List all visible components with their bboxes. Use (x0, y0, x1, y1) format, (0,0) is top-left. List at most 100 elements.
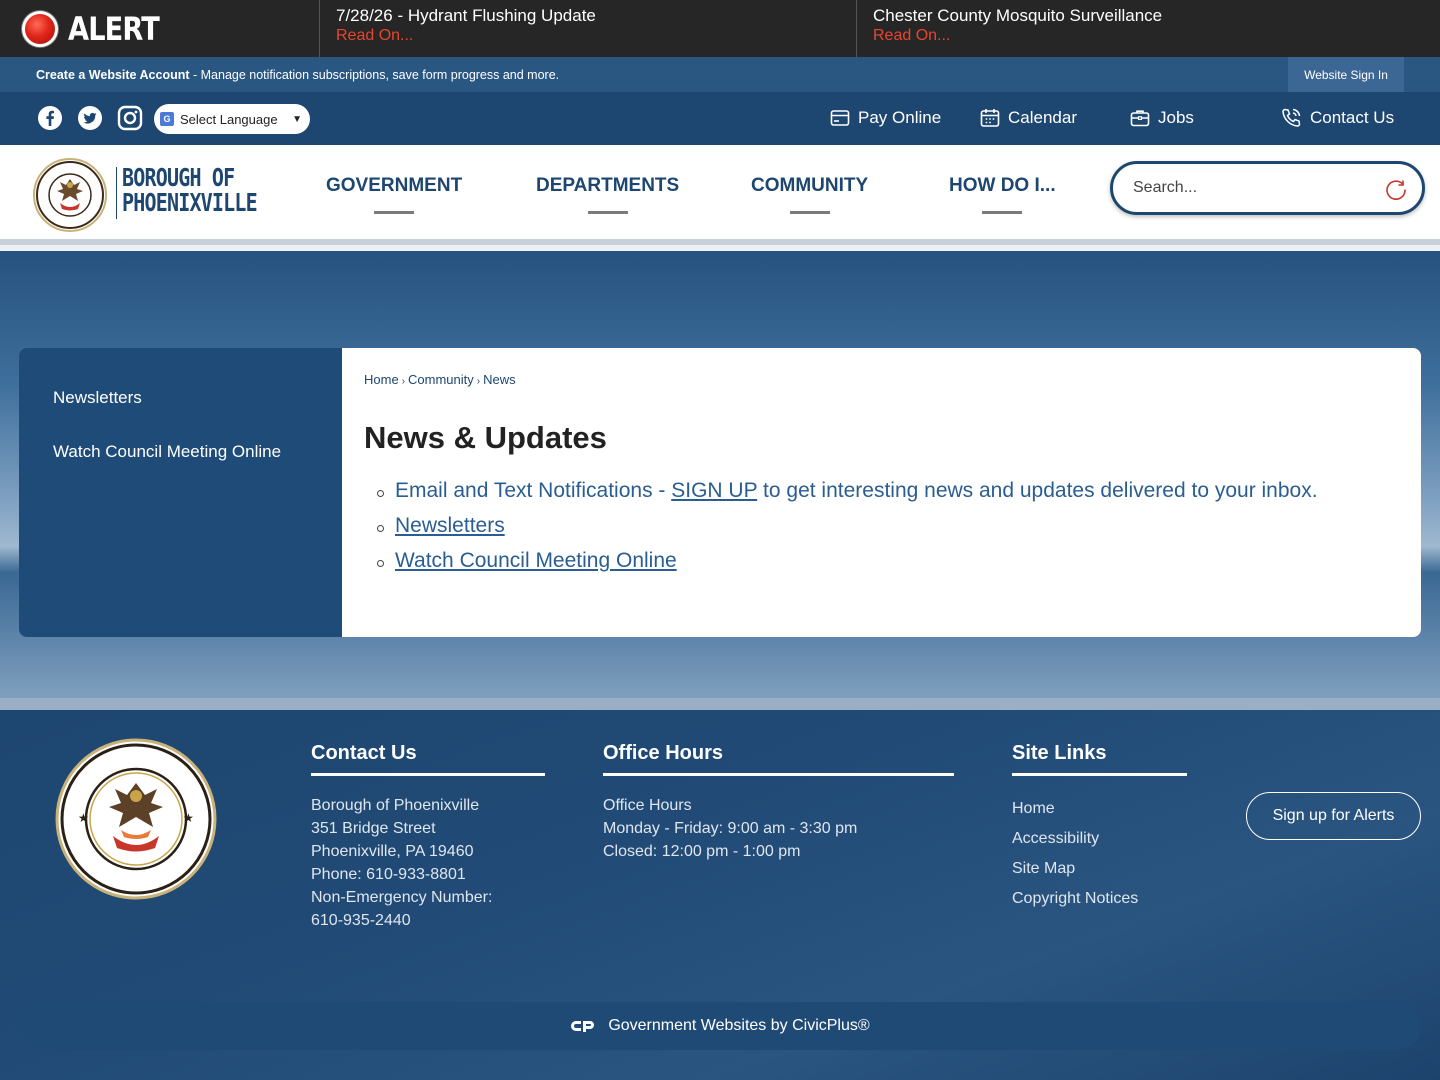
language-select[interactable]: G Select Language ▼ (154, 104, 310, 134)
search-box (1110, 161, 1425, 215)
list-item: Watch Council Meeting Online (364, 548, 1318, 583)
svg-text:★: ★ (78, 811, 89, 825)
footer-contact-line: 610-935-2440 (311, 912, 411, 929)
card-icon (830, 110, 850, 126)
footer-contact-line: Phoenixville, PA 19460 (311, 843, 474, 860)
contact-us-link[interactable]: Contact Us (1280, 104, 1394, 132)
borough-seal-logo[interactable] (32, 157, 108, 233)
footer-contact: Contact Us Borough of Phoenixville 351 B… (311, 742, 545, 932)
alert-read-more[interactable]: Read On... (873, 26, 1378, 46)
pay-online-link[interactable]: Pay Online (830, 104, 941, 132)
notifications-text: Email and Text Notifications - (395, 479, 672, 502)
breadcrumb: Home › Community › News (364, 372, 516, 387)
footer-hours-line: Office Hours (603, 797, 692, 814)
search-input[interactable] (1133, 179, 1373, 197)
sidebar: Newsletters Watch Council Meeting Online (19, 348, 342, 637)
calendar-link[interactable]: Calendar (980, 104, 1077, 132)
logo-line-2: PHOENIXVILLE (122, 188, 258, 217)
alert-icon (22, 10, 58, 47)
nav-community[interactable]: COMMUNITY (751, 175, 868, 214)
jobs-label: Jobs (1158, 108, 1194, 127)
footer-link-accessibility[interactable]: Accessibility (1012, 824, 1187, 854)
alert-read-more[interactable]: Read On... (336, 26, 840, 46)
breadcrumb-home[interactable]: Home (364, 372, 399, 387)
nav-underline (587, 211, 628, 214)
jobs-link[interactable]: Jobs (1130, 104, 1194, 132)
nav-underline (982, 211, 1023, 214)
sign-up-link[interactable]: SIGN UP (671, 479, 757, 502)
page-title: News & Updates (364, 420, 607, 455)
alert-bar: ALERT 7/28/26 - Hydrant Flushing Update … (0, 0, 1440, 57)
borough-seal-footer: ★ ★ (55, 738, 217, 900)
nav-how-do-i[interactable]: HOW DO I... (949, 175, 1056, 214)
alert-item[interactable]: 7/28/26 - Hydrant Flushing Update Read O… (320, 0, 857, 57)
alert-title[interactable]: Chester County Mosquito Surveillance (873, 6, 1378, 26)
website-sign-in-button[interactable]: Website Sign In (1288, 57, 1404, 92)
main-content: Home › Community › News News & Updates Email… (342, 348, 1421, 637)
list-item: Newsletters (364, 513, 1318, 548)
search-icon[interactable] (1384, 178, 1408, 202)
footer-link-home[interactable]: Home (1012, 794, 1187, 824)
footer-site-links-heading: Site Links (1012, 742, 1187, 776)
footer-hours-line: Closed: 12:00 pm - 1:00 pm (603, 843, 801, 860)
chevron-down-icon: ▼ (292, 113, 302, 125)
news-list: Email and Text Notifications - SIGN UP t… (364, 478, 1318, 583)
footer-hours-heading: Office Hours (603, 742, 954, 776)
logo-divider (116, 167, 117, 219)
nav-underline (374, 211, 415, 214)
nav-departments[interactable]: DEPARTMENTS (536, 175, 679, 214)
contact-us-label: Contact Us (1310, 108, 1395, 127)
notifications-suffix: to get interesting news and updates deli… (757, 479, 1318, 502)
calendar-icon (980, 109, 1000, 127)
nav-government-label: GOVERNMENT (326, 175, 463, 196)
logo-line-1: BOROUGH OF (122, 163, 235, 192)
newsletters-link[interactable]: Newsletters (395, 514, 505, 537)
account-text: Create a Website Account - Manage notifi… (36, 68, 559, 82)
calendar-label: Calendar (1008, 108, 1077, 127)
nav-government[interactable]: GOVERNMENT (326, 175, 462, 214)
footer-contact-line: Non-Emergency Number: (311, 889, 493, 906)
borough-name-logo[interactable]: BOROUGH OF PHOENIXVILLE (122, 163, 258, 217)
list-item: Email and Text Notifications - SIGN UP t… (364, 478, 1318, 513)
footer-contact-heading: Contact Us (311, 742, 545, 776)
create-account-link[interactable]: Create a Website Account (36, 68, 190, 82)
footer-link-site-map[interactable]: Site Map (1012, 854, 1187, 884)
breadcrumb-separator: › (401, 376, 406, 387)
nav-underline (789, 211, 830, 214)
civicplus-icon (571, 1021, 595, 1032)
breadcrumb-community[interactable]: Community (408, 372, 474, 387)
breadcrumb-news[interactable]: News (483, 372, 516, 387)
hero-band (0, 698, 1440, 710)
account-bar: Create a Website Account - Manage notifi… (0, 57, 1440, 92)
footer-hours: Office Hours Office Hours Monday - Frida… (603, 742, 954, 863)
sidebar-item-newsletters[interactable]: Newsletters (53, 385, 293, 410)
footer-link-copyright[interactable]: Copyright Notices (1012, 884, 1187, 914)
sidebar-item-watch-council-meeting[interactable]: Watch Council Meeting Online (53, 439, 293, 464)
alert-text: ALERT (68, 9, 160, 48)
sign-up-alerts-button[interactable]: Sign up for Alerts (1246, 792, 1421, 840)
nav-departments-label: DEPARTMENTS (536, 175, 680, 196)
site-footer: ★ ★ Contact Us Borough of Phoenixville 3… (0, 710, 1440, 1080)
alert-item[interactable]: Chester County Mosquito Surveillance Rea… (857, 0, 1394, 57)
footer-contact-line: 351 Bridge Street (311, 820, 436, 837)
account-description: - Manage notification subscriptions, sav… (189, 67, 560, 82)
nav-how-do-i-label: HOW DO I... (949, 175, 1056, 196)
pay-online-label: Pay Online (858, 108, 942, 127)
footer-site-links: Site Links Home Accessibility Site Map C… (1012, 742, 1187, 914)
nav-community-label: COMMUNITY (751, 175, 869, 196)
site-header: BOROUGH OF PHOENIXVILLE GOVERNMENT DEPAR… (0, 145, 1440, 245)
alert-title[interactable]: 7/28/26 - Hydrant Flushing Update (336, 6, 840, 26)
civicplus-text: Government Websites by CivicPlus® (608, 1017, 870, 1034)
watch-council-meeting-link[interactable]: Watch Council Meeting Online (395, 549, 677, 572)
footer-hours-line: Monday - Friday: 9:00 am - 3:30 pm (603, 820, 858, 837)
instagram-icon[interactable] (116, 104, 144, 132)
footer-contact-line: Borough of Phoenixville (311, 797, 480, 814)
footer-contact-line: Phone: 610-933-8801 (311, 866, 466, 883)
phone-icon (1282, 108, 1301, 127)
language-select-label: Select Language (180, 111, 278, 127)
svg-text:★: ★ (183, 811, 194, 825)
civicplus-bar[interactable]: Government Websites by CivicPlus® (19, 1002, 1421, 1050)
twitter-icon[interactable] (76, 104, 104, 132)
alert-label: ALERT (0, 0, 320, 57)
facebook-icon[interactable] (36, 104, 64, 132)
